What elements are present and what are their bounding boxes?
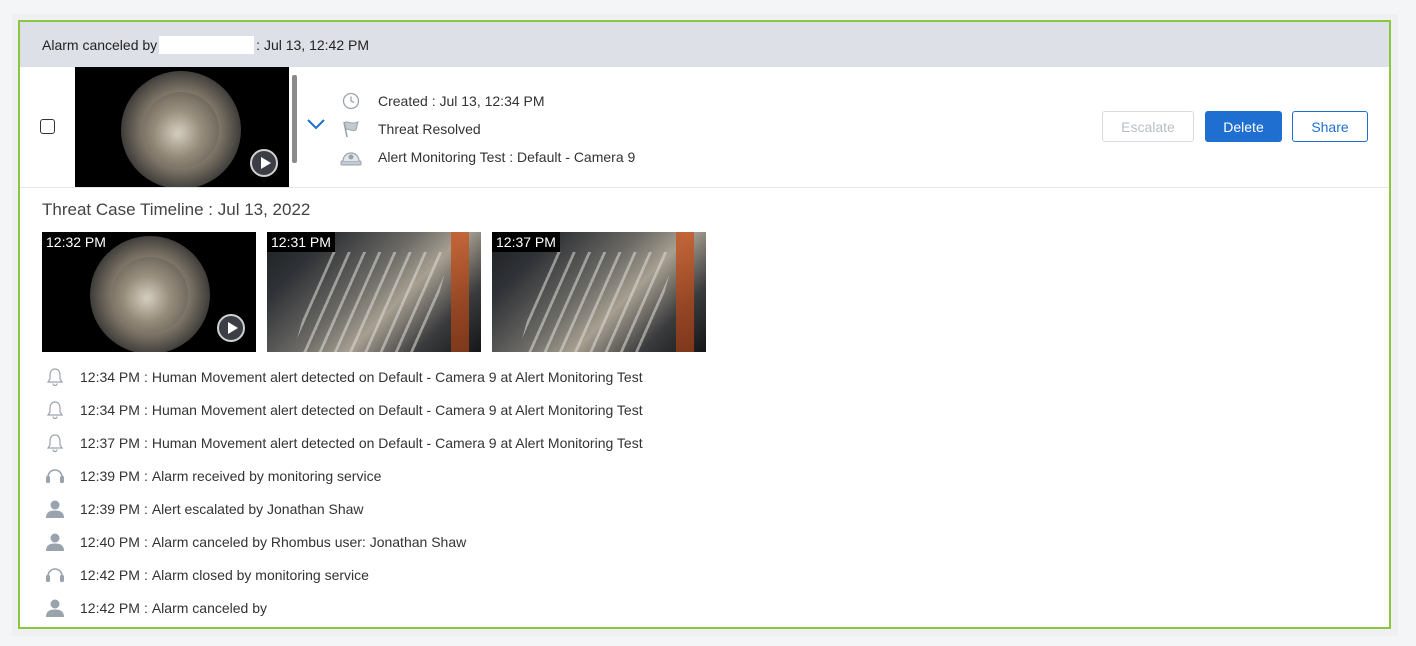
event-time: 12:39 PM <box>80 467 140 484</box>
thumbnail-scrollbar[interactable] <box>292 75 297 163</box>
thumbnail-time: 12:31 PM <box>267 232 335 252</box>
delete-button[interactable]: Delete <box>1205 111 1282 142</box>
headset-icon <box>42 564 68 586</box>
event-time: 12:34 PM <box>80 401 140 418</box>
event-text: Alarm received by monitoring service <box>151 467 382 484</box>
timeline-title: Threat Case Timeline : Jul 13, 2022 <box>42 200 311 219</box>
thumbnail-time: 12:32 PM <box>42 232 110 252</box>
fisheye-image <box>90 236 210 352</box>
escalate-button[interactable]: Escalate <box>1102 111 1194 142</box>
alarm-card: Alarm canceled by : Jul 13, 12:42 PM Cre… <box>18 20 1391 629</box>
event-text: Human Movement alert detected on Default… <box>151 368 643 385</box>
event-time: 12:39 PM <box>80 500 140 517</box>
meta-camera: Alert Monitoring Test : Default - Camera… <box>340 143 635 171</box>
timeline-event: 12:37 PM: Human Movement alert detected … <box>42 426 643 459</box>
headset-icon <box>42 465 68 487</box>
share-button[interactable]: Share <box>1292 111 1368 142</box>
timeline-event: 12:40 PM: Alarm canceled by Rhombus user… <box>42 525 643 558</box>
dome-camera-icon <box>340 147 362 167</box>
alert-row: Created : Jul 13, 12:34 PM Threat Resolv… <box>20 67 1389 188</box>
event-time: 12:42 PM <box>80 566 140 583</box>
meta-status: Threat Resolved <box>340 115 635 143</box>
camera-text: Alert Monitoring Test : Default - Camera… <box>378 149 636 165</box>
thumbnail-time: 12:37 PM <box>492 232 560 252</box>
event-text: Human Movement alert detected on Default… <box>151 401 643 418</box>
header-suffix: : Jul 13, 12:42 PM <box>256 36 370 53</box>
bell-icon <box>42 432 68 454</box>
clock-icon <box>340 91 362 111</box>
event-text: Alarm canceled by <box>151 599 267 616</box>
timeline-events: 12:34 PM: Human Movement alert detected … <box>42 360 643 624</box>
timeline-thumbnail-3[interactable]: 12:37 PM <box>492 232 706 352</box>
timeline-event: 12:39 PM: Alert escalated by Jonathan Sh… <box>42 492 643 525</box>
bell-icon <box>42 399 68 421</box>
status-text: Threat Resolved <box>378 121 481 137</box>
event-time: 12:34 PM <box>80 368 140 385</box>
timeline-event: 12:39 PM: Alarm received by monitoring s… <box>42 459 643 492</box>
play-icon[interactable] <box>250 149 278 177</box>
timeline-thumbnail-2[interactable]: 12:31 PM <box>267 232 481 352</box>
alarm-header: Alarm canceled by : Jul 13, 12:42 PM <box>20 22 1389 67</box>
header-prefix: Alarm canceled by <box>42 36 158 53</box>
created-text: Created : Jul 13, 12:34 PM <box>378 93 545 109</box>
page-background: Alarm canceled by : Jul 13, 12:42 PM Cre… <box>12 14 1398 636</box>
timeline-event: 12:34 PM: Human Movement alert detected … <box>42 393 643 426</box>
event-time: 12:37 PM <box>80 434 140 451</box>
user-icon <box>42 531 68 553</box>
event-text: Human Movement alert detected on Default… <box>151 434 643 451</box>
meta-created: Created : Jul 13, 12:34 PM <box>340 87 635 115</box>
event-text: Alarm canceled by Rhombus user: Jonathan… <box>151 533 467 550</box>
timeline-thumbnail-1[interactable]: 12:32 PM <box>42 232 256 352</box>
select-checkbox[interactable] <box>40 119 55 134</box>
event-time: 12:40 PM <box>80 533 140 550</box>
redacted-username <box>159 35 255 54</box>
event-text: Alert escalated by Jonathan Shaw <box>151 500 364 517</box>
user-icon <box>42 597 68 619</box>
fisheye-image <box>121 71 241 187</box>
alert-thumbnail[interactable] <box>75 67 289 187</box>
play-icon[interactable] <box>217 314 245 342</box>
timeline-event: 12:34 PM: Human Movement alert detected … <box>42 360 643 393</box>
flag-icon <box>340 119 362 139</box>
alert-meta: Created : Jul 13, 12:34 PM Threat Resolv… <box>340 87 635 171</box>
event-time: 12:42 PM <box>80 599 140 616</box>
user-icon <box>42 498 68 520</box>
event-text: Alarm closed by monitoring service <box>151 566 369 583</box>
timeline-event: 12:42 PM: Alarm canceled by <box>42 591 643 624</box>
bell-icon <box>42 366 68 388</box>
chevron-down-icon[interactable] <box>306 117 326 131</box>
timeline-event: 12:42 PM: Alarm closed by monitoring ser… <box>42 558 643 591</box>
